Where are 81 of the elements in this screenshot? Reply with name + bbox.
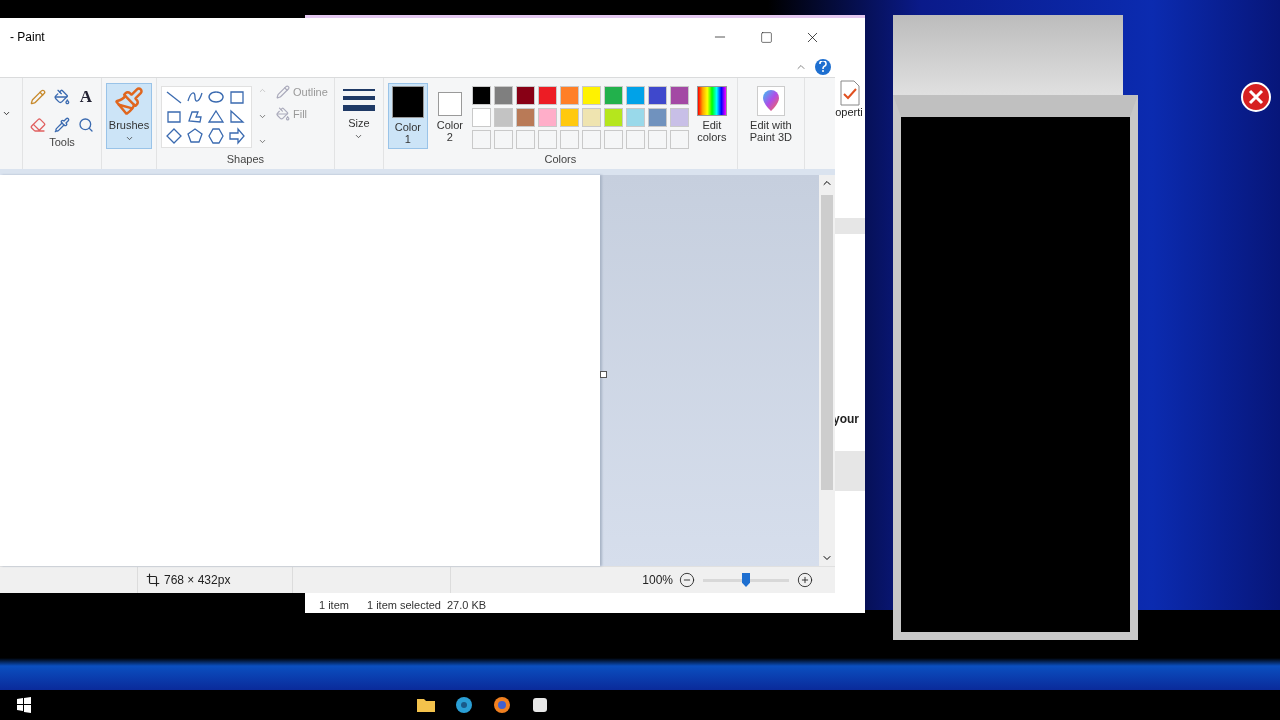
triangle-icon[interactable] (207, 108, 225, 126)
color-slot-button[interactable]: Color 1 (387, 83, 428, 149)
caret-icon (124, 134, 134, 143)
palette-swatch[interactable] (603, 108, 623, 127)
palette-swatch[interactable] (625, 108, 645, 127)
polygon-icon[interactable] (186, 108, 204, 126)
color-slot-button[interactable]: Color 2 (429, 83, 470, 149)
group-label: Colors (543, 153, 578, 167)
empty-swatch[interactable] (471, 130, 491, 149)
size-button[interactable]: Size (340, 83, 377, 149)
palette-swatch[interactable] (581, 108, 601, 127)
palette-swatch[interactable] (515, 86, 535, 105)
selection-info: 1 item selected (366, 598, 441, 611)
toolbar-strip (835, 218, 865, 234)
palette-swatch[interactable] (647, 86, 667, 105)
shape-gallery[interactable] (161, 86, 252, 148)
window-title: - Paint (10, 30, 45, 44)
empty-swatch[interactable] (647, 130, 667, 149)
group-label: Shapes (225, 153, 266, 167)
paintbrush-icon (114, 86, 144, 116)
rectangle-icon[interactable] (228, 89, 246, 107)
empty-swatch[interactable] (537, 130, 557, 149)
palette-swatch[interactable] (471, 86, 491, 105)
caret-icon[interactable] (2, 109, 11, 118)
palette-swatch[interactable] (493, 86, 513, 105)
rounded-rectangle-icon[interactable] (165, 108, 183, 126)
scroll-thumb[interactable] (821, 195, 833, 490)
maximize-icon[interactable] (759, 30, 773, 44)
close-icon[interactable] (1241, 82, 1271, 112)
paint-3d-button[interactable]: Edit with Paint 3D (743, 83, 798, 149)
palette-swatch[interactable] (471, 108, 491, 127)
palette-swatch[interactable] (581, 86, 601, 105)
paint-3d-icon (756, 86, 785, 116)
empty-swatch[interactable] (669, 130, 689, 149)
pentagon-icon[interactable] (186, 127, 204, 145)
palette-swatch[interactable] (493, 108, 513, 127)
palette-swatch[interactable] (559, 86, 579, 105)
panel-block (835, 451, 865, 491)
palette-swatch[interactable] (537, 108, 557, 127)
palette-swatch[interactable] (537, 86, 557, 105)
palette-swatch[interactable] (669, 86, 689, 105)
edit-colors-button[interactable]: Edit colors (690, 83, 733, 149)
palette-swatch[interactable] (647, 108, 667, 127)
color-swatch (391, 86, 424, 118)
text-tool-button[interactable]: A (75, 86, 97, 108)
caret-icon (354, 132, 364, 141)
checklist-icon (840, 80, 860, 106)
palette-swatch[interactable] (625, 86, 645, 105)
help-button[interactable] (815, 58, 831, 75)
empty-swatch[interactable] (603, 130, 623, 149)
right-triangle-icon[interactable] (228, 108, 246, 126)
color-swatch (437, 92, 462, 116)
line-width-icon (342, 86, 375, 114)
hexagon-icon[interactable] (207, 127, 225, 145)
zoom-in-icon[interactable] (797, 572, 813, 588)
diamond-icon[interactable] (165, 127, 183, 145)
palette-swatch[interactable] (515, 108, 535, 127)
vertical-scrollbar[interactable] (819, 175, 835, 566)
empty-swatch[interactable] (581, 130, 601, 149)
arrow-icon[interactable] (228, 127, 246, 145)
empty-swatch[interactable] (559, 130, 579, 149)
palette-swatch[interactable] (669, 108, 689, 127)
group-label: Tools (48, 136, 76, 150)
empty-swatch[interactable] (515, 130, 535, 149)
palette-swatch[interactable] (603, 86, 623, 105)
palette-swatch[interactable] (559, 108, 579, 127)
resize-handle[interactable] (600, 370, 607, 378)
pencil-icon (276, 85, 290, 99)
expand-icon[interactable] (258, 137, 267, 146)
canvas-size-icon (146, 573, 160, 587)
spectrum-icon (696, 86, 727, 116)
properties-label[interactable]: operti (835, 106, 863, 118)
paint-bucket-icon (276, 107, 290, 121)
item-count: 1 item (319, 598, 349, 611)
empty-swatch[interactable] (625, 130, 645, 149)
brushes-button[interactable]: Brushes (106, 83, 152, 149)
canvas-dimensions: 768 × 432px (164, 573, 231, 587)
zoom-out-icon[interactable] (679, 572, 695, 588)
file-size: 27.0 KB (446, 598, 487, 611)
empty-swatch[interactable] (493, 130, 513, 149)
zoom-percent: 100% (642, 573, 673, 587)
